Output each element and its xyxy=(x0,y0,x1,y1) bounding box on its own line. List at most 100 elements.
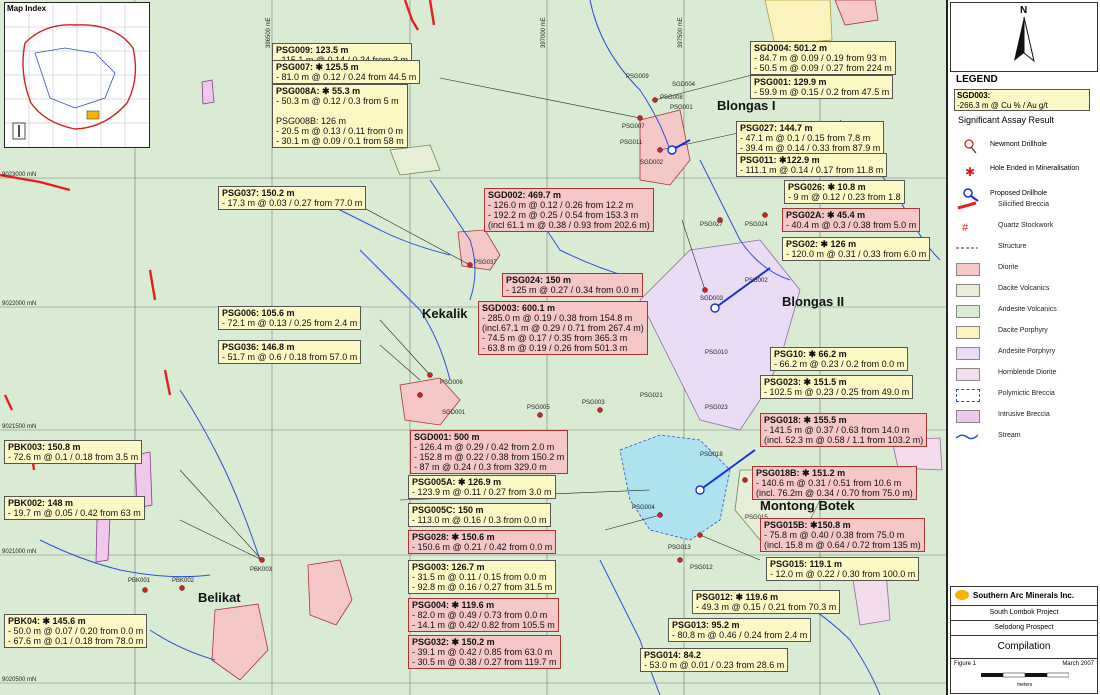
hole-id: SGD002 xyxy=(640,160,664,166)
assay-label-line: PSG018: ✱ 155.5 m xyxy=(764,415,847,425)
inset-title: Map Index xyxy=(7,4,47,13)
assay-label-line: PSG014: 84.2 xyxy=(644,650,702,660)
legend-panel: N LEGEND SGD003: -266.3 m @ Cu % / Au g/… xyxy=(948,0,1100,695)
assay-label-line: PSG015: 119.1 m xyxy=(770,559,843,569)
assay-label-line: PSG02: ✱ 126 m xyxy=(786,239,857,249)
assay-label-line: PSG003: 126.7 m xyxy=(412,562,485,572)
assay-label-line: - 102.5 m @ 0.23 / 0.25 from 49.0 m xyxy=(764,387,910,397)
dacite-porphyry-label: Dacite Porphyry xyxy=(998,327,1048,334)
assay-label-psg027: PSG027: 144.7 m- 47.1 m @ 0.1 / 0.15 fro… xyxy=(736,121,885,155)
assay-label-line: - 113.0 m @ 0.16 / 0.3 from 0.0 m xyxy=(412,515,547,525)
assay-label-psg005a: PSG005A: ✱ 126.9 m- 123.9 m @ 0.11 / 0.2… xyxy=(408,475,556,499)
assay-label-psg015: PSG015: 119.1 m- 12.0 m @ 0.22 / 0.30 fr… xyxy=(766,557,920,581)
polymictic-breccia-zone xyxy=(619,434,731,541)
assay-label-line: - 120.0 m @ 0.31 / 0.33 from 6.0 m xyxy=(786,249,927,259)
legend-sample-caption: Significant Assay Result xyxy=(958,115,1055,125)
hole-id: PSG011 xyxy=(620,140,643,146)
assay-label-pbk002: PBK002: 148 m- 19.7 m @ 0.05 / 0.42 from… xyxy=(4,496,145,520)
structure-label: Structure xyxy=(998,243,1027,250)
assay-label-line: PSG018B: ✱ 151.2 m xyxy=(756,468,846,478)
place-blongas-1: Blongas I xyxy=(717,98,776,113)
assay-label-line: - 31.5 m @ 0.11 / 0.15 from 0.0 m xyxy=(412,572,547,582)
diorite-label: Diorite xyxy=(998,264,1019,271)
assay-label-line: - 47.1 m @ 0.1 / 0.15 from 7.8 m xyxy=(740,133,871,143)
assay-label-line: - 72.1 m @ 0.13 / 0.25 from 2.4 m xyxy=(222,318,358,328)
legend-symbols: Newmont Drillhole ✱ Hole Ended in Minera… xyxy=(948,134,1100,204)
stream-swatch xyxy=(955,431,979,442)
dacite-volcanics-label: Dacite Volcanics xyxy=(998,285,1050,292)
intrusive-breccia-swatch xyxy=(956,410,980,423)
dacite-volcanics-north xyxy=(389,144,441,176)
assay-label-line: - 59.9 m @ 0.15 / 0.2 from 47.5 m xyxy=(754,87,890,97)
andesite-porphyry-zone xyxy=(639,239,801,431)
assay-label-psg018: PSG018: ✱ 155.5 m- 141.5 m @ 0.37 / 0.63… xyxy=(760,413,928,447)
figure-date: March 2007 xyxy=(1062,661,1094,667)
assay-label-line: (incl. 15.8 m @ 0.64 / 0.72 from 135 m) xyxy=(764,540,921,550)
hole-id: SGD003 xyxy=(700,296,724,302)
assay-label-line: - 92.8 m @ 0.16 / 0.27 from 31.5 m xyxy=(412,582,553,592)
svg-text:✱: ✱ xyxy=(965,165,975,179)
coord-north-4: 9021000 mN xyxy=(2,549,37,555)
hole-id: PSG006 xyxy=(440,380,463,386)
assay-label-line: - 50.0 m @ 0.07 / 0.20 from 0.0 m xyxy=(8,626,144,636)
map-index-inset[interactable]: Map Index xyxy=(4,2,150,148)
assay-label-line: - 17.3 m @ 0.03 / 0.27 from 77.0 m xyxy=(222,198,363,208)
assay-label-psg02a: PSG02A: ✱ 45.4 m- 40.4 m @ 0.3 / 0.38 fr… xyxy=(782,208,921,232)
belikat-diorite-north xyxy=(307,559,353,626)
coord-east-2: 397000 mE xyxy=(541,17,547,48)
diorite-swatch xyxy=(956,263,980,276)
assay-label-line: PBK003: 150.8 m xyxy=(8,442,81,452)
assay-label-psg032: PSG032: ✱ 150.2 m- 39.1 m @ 0.42 / 0.85 … xyxy=(408,635,561,669)
hole-id: PSG010 xyxy=(705,350,728,356)
coord-east-3: 397500 mE xyxy=(678,17,684,48)
assay-label-line: - 82.0 m @ 0.49 / 0.73 from 0.0 m xyxy=(412,610,548,620)
legend-sample-label: SGD003: -266.3 m @ Cu % / Au g/t xyxy=(954,89,1090,111)
assay-label-line: - 72.6 m @ 0.1 / 0.18 from 3.5 m xyxy=(8,452,139,462)
assay-label-line: PSG024: 150 m xyxy=(506,275,572,285)
assay-label-line: - 125 m @ 0.27 / 0.34 from 0.0 m xyxy=(506,285,639,295)
diorite-northeast xyxy=(834,0,879,26)
assay-label-line: PSG007: ✱ 125.5 m xyxy=(276,62,359,72)
hole-id: PSG037 xyxy=(474,260,497,266)
hole-id: PSG027 xyxy=(700,222,723,228)
assay-label-line: - 81.0 m @ 0.12 / 0.24 from 44.5 m xyxy=(276,72,417,82)
assay-label-line: SGD002: 469.7 m xyxy=(488,190,562,200)
svg-text:#: # xyxy=(962,222,969,232)
assay-label-psg024: PSG024: 150 m- 125 m @ 0.27 / 0.34 from … xyxy=(502,273,643,297)
assay-label-line: - 111.1 m @ 0.14 / 0.17 from 11.8 m xyxy=(740,165,884,175)
north-arrow-box: N xyxy=(950,2,1098,72)
assay-label-psg004: PSG004: ✱ 119.6 m- 82.0 m @ 0.49 / 0.73 … xyxy=(408,598,559,632)
hole-id: PSG008 xyxy=(660,95,683,101)
assay-label-line: PSG008A: ✱ 55.3 m xyxy=(276,86,361,96)
hole-id: PSG001 xyxy=(670,105,693,111)
hole-ended-icon: ✱ xyxy=(965,165,975,179)
legend-title: LEGEND xyxy=(956,74,998,85)
assay-label-psg023: PSG023: ✱ 151.5 m- 102.5 m @ 0.23 / 0.25… xyxy=(760,375,914,399)
assay-label-line: - 51.7 m @ 0.6 / 0.18 from 57.0 m xyxy=(222,352,358,362)
assay-label-line: - 285.0 m @ 0.19 / 0.38 from 154.8 m xyxy=(482,313,633,323)
structure-swatch xyxy=(956,242,978,253)
assay-label-line: - 150.6 m @ 0.21 / 0.42 from 0.0 m xyxy=(412,542,553,552)
scale-unit: meters xyxy=(1017,682,1033,688)
assay-label-line: - 53.0 m @ 0.01 / 0.23 from 28.6 m xyxy=(644,660,785,670)
assay-label-line: PSG005A: ✱ 126.9 m xyxy=(412,477,502,487)
polymictic-breccia-label: Polymictic Breccia xyxy=(998,390,1055,397)
place-montong-botek: Montong Botek xyxy=(760,498,855,513)
hole-id: PSG005 xyxy=(527,405,550,411)
legend-item-silicified-breccia: Silicified Breccia xyxy=(956,198,1096,214)
assay-label-line: - 123.9 m @ 0.11 / 0.27 from 3.0 m xyxy=(412,487,552,497)
assay-label-psg014: PSG014: 84.2- 53.0 m @ 0.01 / 0.23 from … xyxy=(640,648,789,672)
assay-label-line: - 87 m @ 0.24 / 0.3 from 329.0 m xyxy=(414,462,547,472)
coord-north-2: 9022000 mN xyxy=(2,301,37,307)
geology-map[interactable]: 9023000 mN 9022000 mN 9021500 mN 9021000… xyxy=(0,0,948,695)
coord-north-3: 9021500 mN xyxy=(2,424,37,430)
legend-item-stream: Stream xyxy=(955,429,1096,445)
assay-label-line: - 50.3 m @ 0.12 / 0.3 from 5 m xyxy=(276,96,399,106)
polymictic-breccia-swatch xyxy=(956,389,980,402)
assay-label-sgd002: SGD002: 469.7 m- 126.0 m @ 0.12 / 0.26 f… xyxy=(484,188,654,232)
assay-label-line: - 40.4 m @ 0.3 / 0.38 from 5.0 m xyxy=(786,220,917,230)
legend-item-hornblende-diorite: Hornblende Diorite xyxy=(956,366,1096,382)
assay-label-line: PBK04: ✱ 145.6 m xyxy=(8,616,86,626)
assay-label-line: - 30.1 m @ 0.09 / 0.1 from 58 m xyxy=(276,136,404,146)
assay-label-line: (incl. 76.2m @ 0.34 / 0.70 from 75.0 m) xyxy=(756,488,913,498)
